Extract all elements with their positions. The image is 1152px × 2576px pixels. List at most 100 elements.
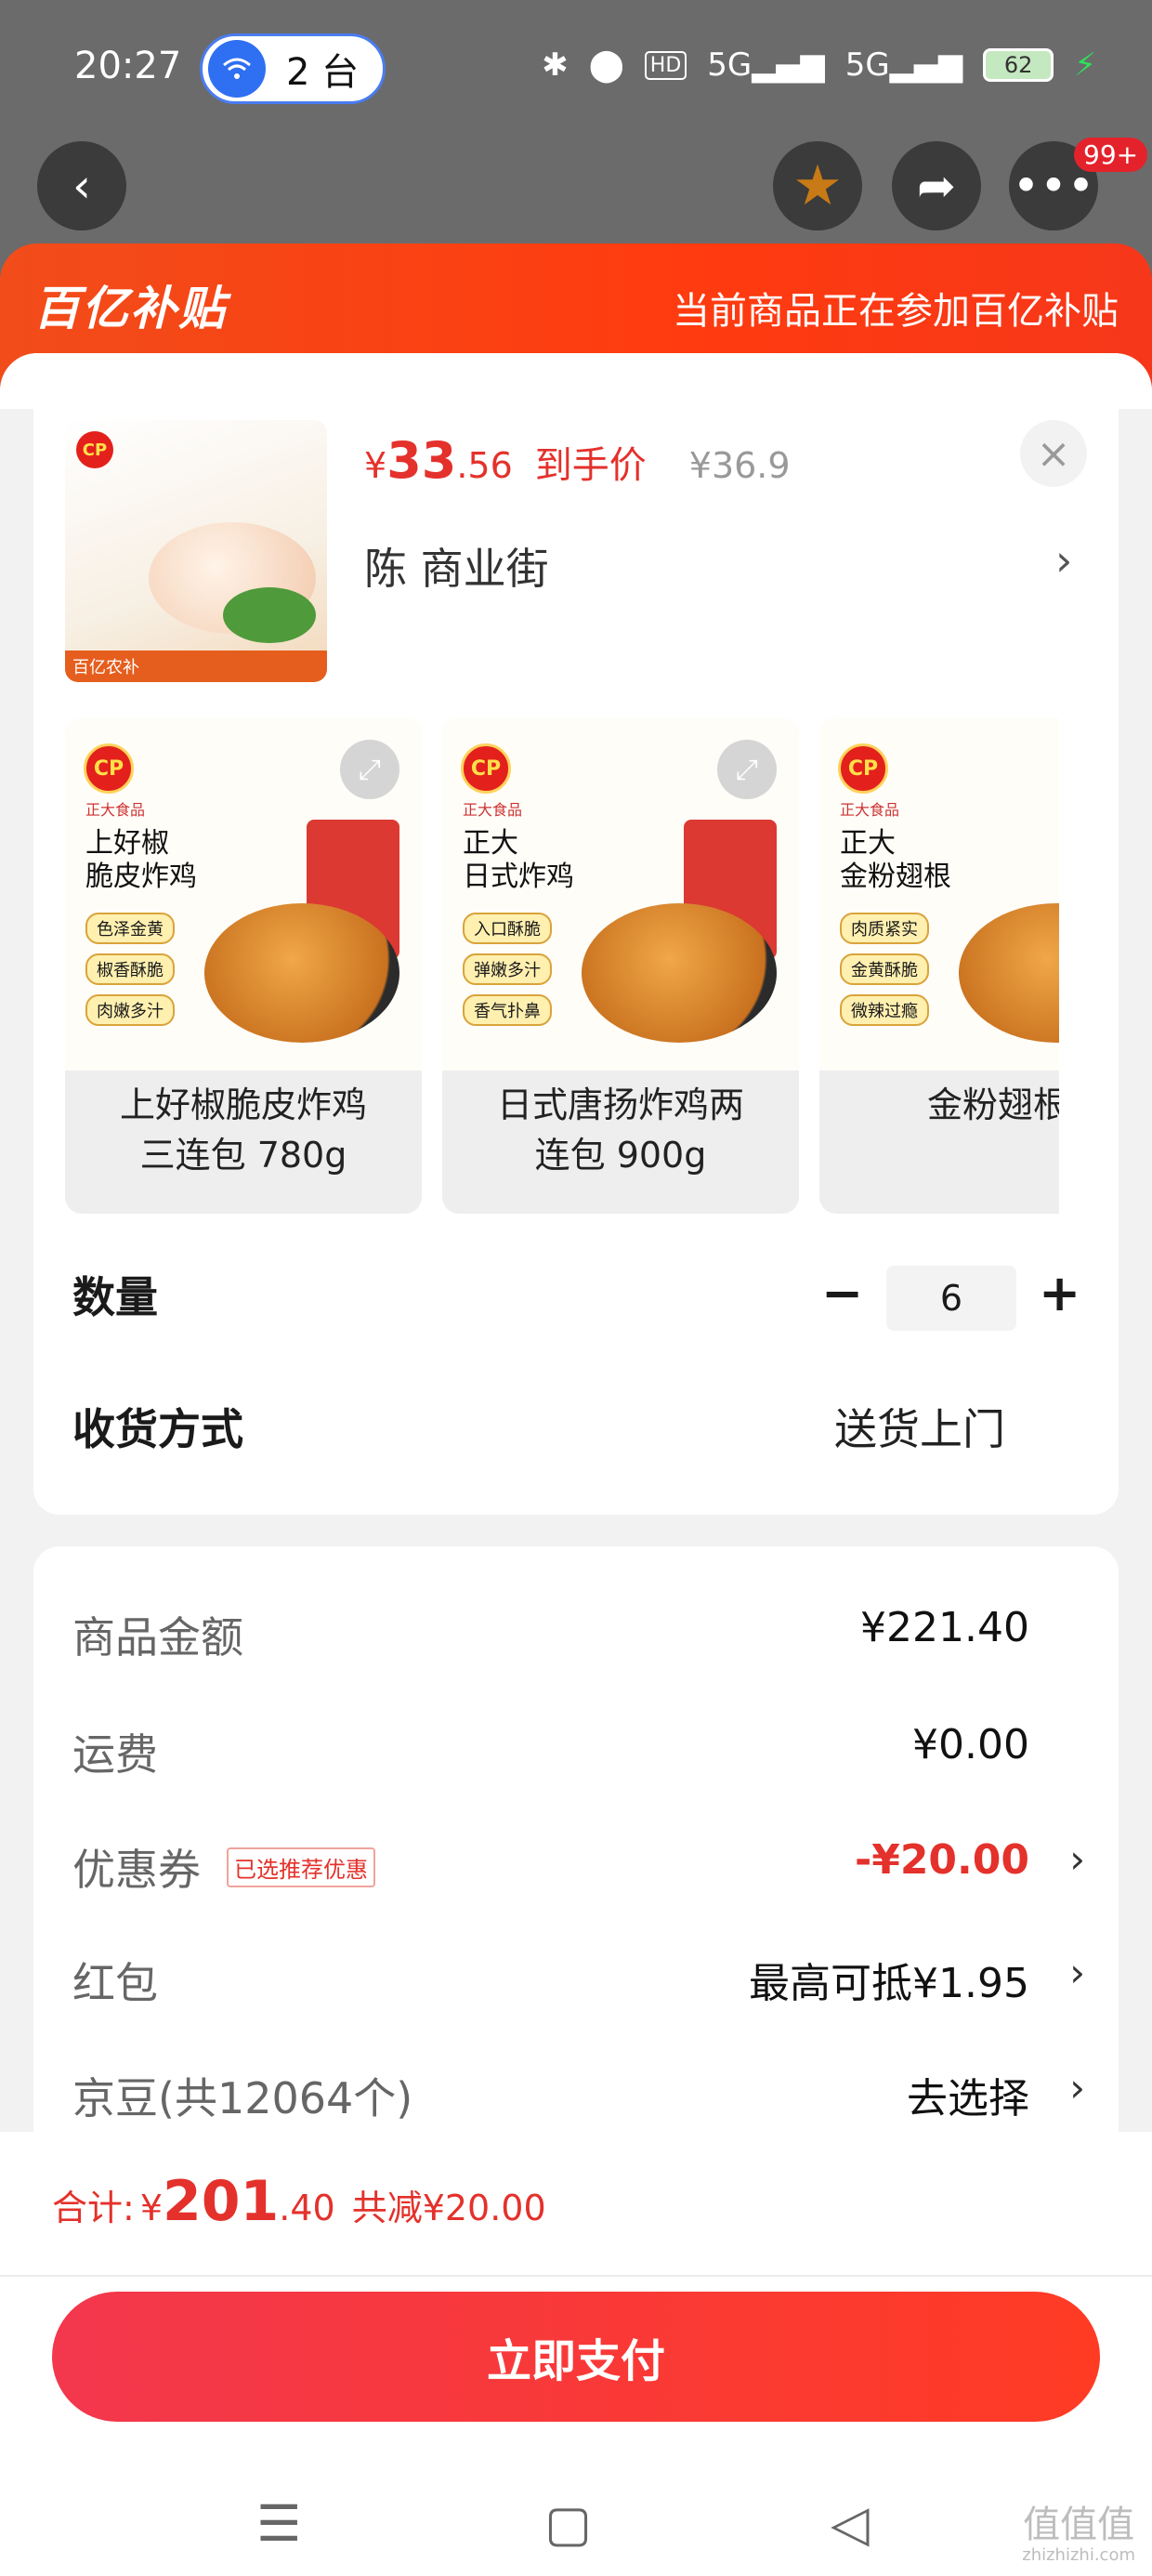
food-plate-image [204, 903, 399, 1043]
increase-quantity-button[interactable]: + [1039, 1264, 1080, 1322]
variant-image: CP 正大食品 上好椒 脆皮炸鸡 色泽金黄 椒香酥脆 肉嫩多汁 ⤢ [65, 717, 422, 1071]
watermark: 值值值 zhizhizhi.com [1022, 2504, 1135, 2565]
shipping-value: 送货上门 [834, 1404, 1005, 1454]
goods-amount-value: ¥221.40 [860, 1604, 1029, 1651]
total-savings: 共减¥20.00 [351, 2188, 546, 2228]
signal-5g-icon: 5G▂▄▆ [707, 46, 825, 84]
coupon-label: 优惠券 [72, 1845, 201, 1895]
garnish-image [223, 587, 316, 643]
sheet-top-edge [0, 353, 1152, 409]
coupon-tag: 已选推荐优惠 [227, 1847, 375, 1887]
product-thumbnail[interactable]: CP 百亿农补 [65, 420, 327, 682]
decrease-quantity-button[interactable]: − [821, 1264, 863, 1322]
signal-5g-icon: 5G▂▄▆ [844, 46, 963, 84]
variant-tag: 肉嫩多汁 [85, 994, 175, 1026]
variant-image: CP 正大食品 正大 金粉翅根 肉质紧实 金黄酥脆 微辣过瘾 [819, 717, 1059, 1071]
brand-logo: CP [838, 743, 888, 794]
subsidy-logo: 百亿补贴 [33, 282, 227, 335]
original-price: ¥36.9 [688, 445, 791, 486]
price-line: ¥ 33 .56 到手价 ¥36.9 [364, 431, 791, 490]
variant-carousel[interactable]: CP 正大食品 上好椒 脆皮炸鸡 色泽金黄 椒香酥脆 肉嫩多汁 ⤢ 上好椒脆皮炸… [65, 717, 1059, 1219]
subsidy-text: 当前商品正在参加百亿补贴 [673, 290, 1119, 333]
variant-name: 金粉翅根 [926, 1084, 1059, 1125]
total-integer: 201 [163, 2169, 280, 2234]
variant-tag: 椒香酥脆 [85, 953, 175, 985]
cast-device-pill[interactable]: 2 台 [200, 33, 386, 104]
thumb-strip: 百亿农补 [65, 651, 327, 682]
variant-tag: 微辣过瘾 [840, 994, 929, 1026]
menu-icon[interactable]: ☰ [256, 2494, 301, 2553]
shipping-row[interactable]: 收货方式 送货上门 [72, 1396, 1085, 1470]
variant-image-title: 上好椒 脆皮炸鸡 [85, 827, 197, 893]
battery-icon: 62 [983, 48, 1054, 82]
hd-icon: HD [644, 50, 687, 80]
variant-tag: 香气扑鼻 [463, 994, 552, 1026]
total-currency: ¥ [139, 2188, 163, 2228]
cast-count: 2 台 [286, 51, 360, 94]
bluetooth-icon: ✱ [542, 46, 569, 84]
expand-icon[interactable]: ⤢ [340, 740, 399, 799]
status-bar: 20:27 2 台 ✱ ⬤ HD 5G▂▄▆ 5G▂▄▆ 62 ⚡ [0, 0, 1152, 139]
shipping-label: 收货方式 [72, 1404, 243, 1454]
variant-tag: 色泽金黄 [85, 913, 175, 944]
final-price-label: 到手价 [534, 444, 647, 487]
chevron-right-icon: › [1069, 1950, 1085, 1995]
total-label: 合计: [52, 2188, 135, 2228]
chevron-right-icon[interactable]: › [1055, 535, 1072, 585]
status-time: 20:27 [74, 45, 182, 87]
watermark-text: 值值值 [1023, 2504, 1135, 2546]
variant-image: CP 正大食品 正大 日式炸鸡 入口酥脆 弹嫩多汁 香气扑鼻 ⤢ [442, 717, 799, 1071]
variant-tag: 入口酥脆 [463, 913, 552, 944]
back-triangle-icon[interactable]: ◁ [831, 2494, 870, 2553]
brand-logo: CP [76, 431, 113, 468]
food-plate-image [582, 903, 777, 1043]
price-integer: 33 [386, 431, 457, 490]
goods-amount-label: 商品金额 [72, 1612, 243, 1663]
location-icon: ⬤ [588, 46, 624, 84]
food-plate-image [959, 903, 1059, 1043]
freight-value: ¥0.00 [912, 1721, 1029, 1768]
freight-row: 运费 ¥0.00 [72, 1721, 1085, 1786]
notification-badge: 99+ [1074, 138, 1148, 172]
variant-tag: 金黄酥脆 [840, 953, 929, 985]
price-currency: ¥ [364, 445, 387, 486]
share-button[interactable]: ➦ [892, 141, 981, 230]
freight-label: 运费 [72, 1729, 158, 1780]
close-button[interactable]: × [1020, 420, 1087, 487]
total-decimal: .40 [279, 2188, 335, 2228]
charging-icon: ⚡ [1074, 46, 1096, 84]
variant-tag: 肉质紧实 [840, 913, 929, 944]
variant-card[interactable]: CP 正大食品 上好椒 脆皮炸鸡 色泽金黄 椒香酥脆 肉嫩多汁 ⤢ 上好椒脆皮炸… [65, 717, 422, 1214]
favorite-button[interactable]: ★ [773, 141, 862, 230]
variant-brand: 正大食品 [463, 801, 523, 819]
red-packet-label: 红包 [72, 1958, 158, 2008]
jingdou-label: 京豆(共12064个) [72, 2073, 413, 2123]
variant-name: 上好椒脆皮炸鸡 三连包 780g [119, 1084, 367, 1176]
variant-brand: 正大食品 [85, 801, 146, 819]
back-button[interactable]: ‹ [37, 141, 126, 230]
variant-brand: 正大食品 [840, 801, 900, 819]
star-icon: ★ [792, 153, 843, 218]
chevron-right-icon: › [1069, 2065, 1085, 2110]
coupon-row[interactable]: 优惠券 已选推荐优惠 -¥20.00 › [72, 1836, 1085, 1901]
delivery-address[interactable]: 陈 商业街 [364, 535, 549, 597]
variant-card[interactable]: CP 正大食品 正大 日式炸鸡 入口酥脆 弹嫩多汁 香气扑鼻 ⤢ 日式唐扬炸鸡两… [442, 717, 799, 1214]
variant-card[interactable]: CP 正大食品 正大 金粉翅根 肉质紧实 金黄酥脆 微辣过瘾 金粉翅根 [819, 717, 1059, 1214]
red-packet-value: 最高可抵¥1.95 [749, 1960, 1029, 2007]
jingdou-value: 去选择 [907, 2075, 1029, 2123]
pay-now-button[interactable]: 立即支付 [52, 2292, 1100, 2422]
watermark-url: zhizhizhi.com [1022, 2545, 1135, 2565]
coupon-value: -¥20.00 [854, 1836, 1029, 1884]
goods-amount-row: 商品金额 ¥221.40 [72, 1604, 1085, 1669]
quantity-input[interactable]: 6 [886, 1266, 1016, 1331]
brand-logo: CP [461, 743, 511, 794]
brand-logo: CP [84, 743, 134, 794]
home-icon[interactable]: ▢ [544, 2494, 592, 2553]
expand-icon[interactable]: ⤢ [717, 740, 777, 799]
price-decimal: .56 [456, 445, 513, 486]
quantity-label: 数量 [72, 1272, 158, 1322]
jingdou-row[interactable]: 京豆(共12064个) 去选择 › [72, 2065, 1085, 2130]
variant-image-title: 正大 金粉翅根 [840, 827, 951, 893]
chevron-left-icon: ‹ [72, 159, 91, 213]
red-packet-row[interactable]: 红包 最高可抵¥1.95 › [72, 1950, 1085, 2015]
